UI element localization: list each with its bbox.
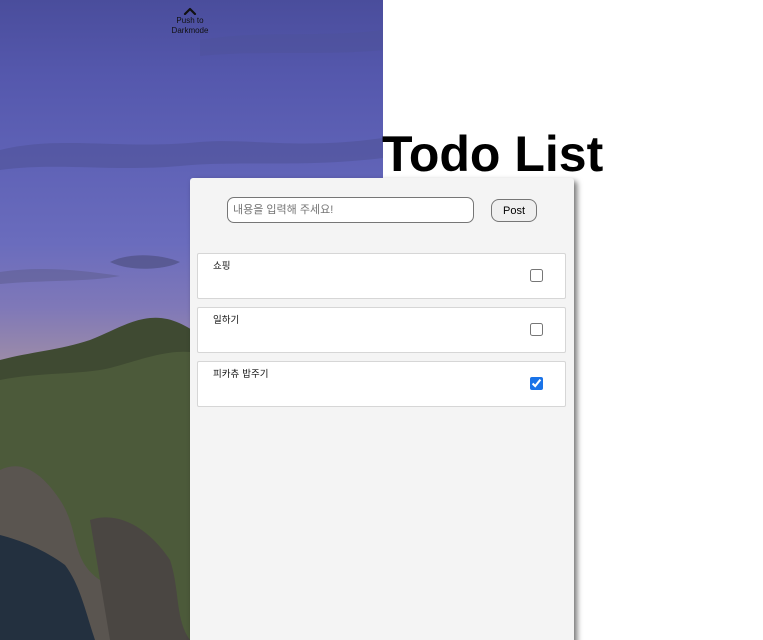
todo-item: 일하기 [197, 307, 566, 353]
todo-text: 피카츄 밥주기 [213, 369, 269, 380]
todo-checkbox[interactable] [530, 323, 543, 336]
darkmode-label-line1: Push to [176, 16, 204, 25]
darkmode-label-line2: Darkmode [171, 26, 209, 35]
todo-text: 쇼핑 [213, 261, 231, 272]
page-title: Todo List [382, 126, 604, 182]
todo-panel: Post 쇼핑 일하기 피카츄 밥주기 [190, 178, 574, 640]
todo-checkbox[interactable] [530, 269, 543, 282]
todo-checkbox[interactable] [530, 377, 543, 390]
todo-input[interactable] [227, 197, 474, 223]
chevron-up-icon [183, 7, 197, 15]
todo-text: 일하기 [213, 315, 240, 326]
post-button[interactable]: Post [491, 199, 537, 222]
todo-item: 피카츄 밥주기 [197, 361, 566, 407]
todo-item: 쇼핑 [197, 253, 566, 299]
darkmode-toggle[interactable]: Push to Darkmode [165, 6, 215, 46]
